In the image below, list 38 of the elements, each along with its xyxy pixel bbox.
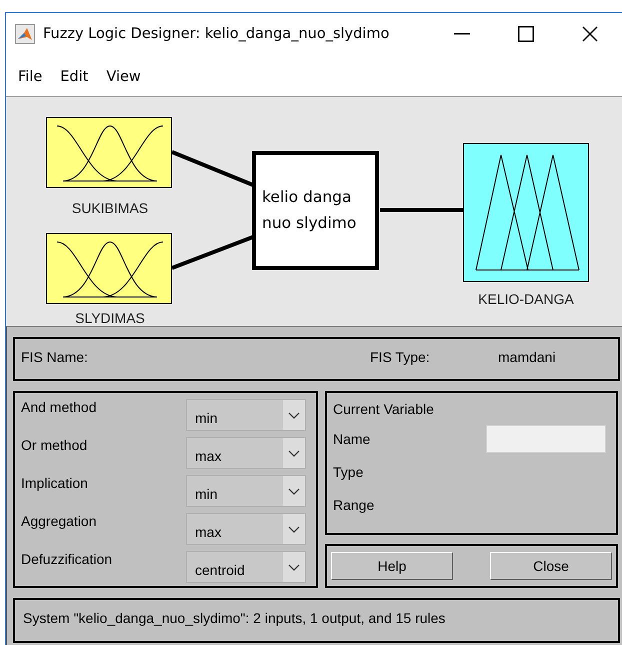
fis-name-label: FIS Name: bbox=[21, 349, 89, 367]
method-label: Aggregation bbox=[21, 513, 97, 529]
close-icon bbox=[582, 26, 598, 42]
help-button[interactable]: Help bbox=[331, 552, 453, 580]
field-label: Type bbox=[333, 464, 364, 480]
minimize-icon bbox=[454, 33, 470, 35]
chevron-down-icon bbox=[283, 400, 305, 430]
fis-type-value: mamdani bbox=[498, 349, 556, 367]
chevron-down-icon bbox=[283, 552, 305, 582]
rule-system-block[interactable]: kelio danga nuo slydimo bbox=[252, 150, 379, 270]
chevron-down-icon bbox=[283, 438, 305, 468]
app-icon bbox=[15, 24, 35, 44]
menu-item[interactable]: Edit bbox=[52, 67, 96, 88]
field-label: Name bbox=[333, 431, 370, 447]
method-label: Implication bbox=[21, 475, 88, 491]
method-dropdown[interactable]: centroid bbox=[186, 551, 306, 583]
field-label: Range bbox=[333, 497, 374, 513]
method-label: Defuzzification bbox=[21, 551, 112, 567]
variable-label: KELIO-DANGA bbox=[478, 292, 574, 307]
menu-item[interactable]: View bbox=[98, 67, 149, 88]
chevron-down-icon bbox=[283, 514, 305, 544]
menu-item[interactable]: File bbox=[10, 67, 50, 88]
method-label: And method bbox=[21, 399, 96, 415]
method-label: Or method bbox=[21, 437, 88, 453]
variable-label: SUKIBIMAS bbox=[72, 200, 148, 216]
method-dropdown[interactable]: min bbox=[186, 399, 306, 431]
name-field[interactable] bbox=[486, 425, 606, 453]
maximize-icon bbox=[518, 26, 534, 42]
method-dropdown[interactable]: max bbox=[186, 437, 306, 469]
status-bar: System "kelio_danga_nuo_slydimo": 2 inputs, 1 output, and 15 rules bbox=[13, 598, 620, 643]
method-dropdown[interactable]: max bbox=[186, 513, 306, 545]
fis-type-label: FIS Type: bbox=[370, 349, 431, 367]
panel-title: Current Variable bbox=[333, 401, 435, 417]
close-button[interactable]: Close bbox=[490, 552, 612, 580]
chevron-down-icon bbox=[283, 476, 305, 506]
method-dropdown[interactable]: min bbox=[186, 475, 306, 507]
window-title: Fuzzy Logic Designer: kelio_danga_nuo_slydimo bbox=[43, 26, 390, 42]
variable-label: SLYDIMAS bbox=[75, 310, 145, 326]
